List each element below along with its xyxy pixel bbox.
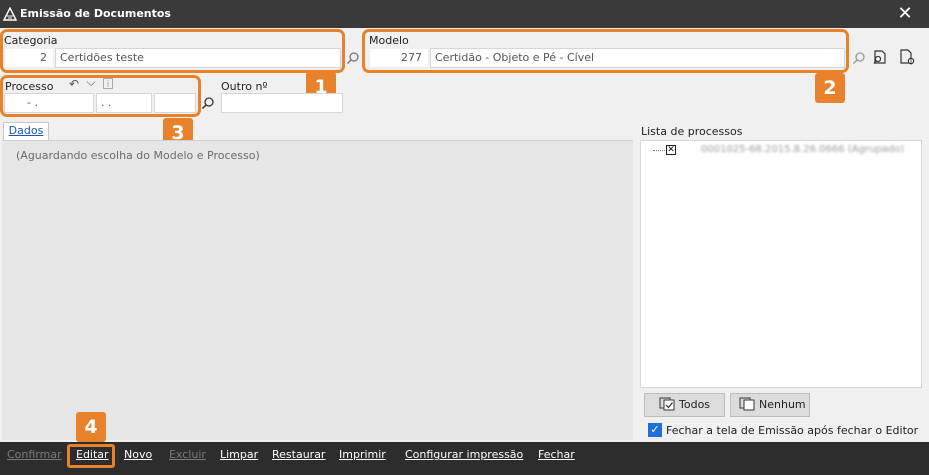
todos-button[interactable]: Todos: [644, 393, 725, 417]
novo-button[interactable]: Novo: [124, 448, 152, 461]
nenhum-button[interactable]: Nenhum: [730, 393, 810, 417]
bottom-action-bar: Confirmar Editar Novo Excluir Limpar Res…: [0, 442, 929, 475]
highlight-processo: [0, 75, 201, 117]
search-icon[interactable]: [201, 96, 215, 110]
imprimir-button[interactable]: Imprimir: [339, 448, 386, 461]
tab-dados[interactable]: Dados: [3, 122, 49, 140]
lista-processos-panel[interactable]: ✕ 0001025-68.2015.8.26.0666 (Agrupado): [640, 140, 922, 388]
todos-button-label: Todos: [679, 398, 711, 411]
window-title: Emissão de Documentos: [20, 7, 171, 20]
excluir-button[interactable]: Excluir: [169, 448, 206, 461]
doc-settings-icon[interactable]: [898, 48, 916, 66]
fechar-apos-editor-label: Fechar a tela de Emissão após fechar o E…: [666, 424, 919, 437]
search-icon[interactable]: [852, 51, 866, 65]
lista-processos-label: Lista de processos: [641, 125, 743, 138]
restaurar-button[interactable]: Restaurar: [272, 448, 325, 461]
app-logo-icon: [3, 7, 17, 21]
check-all-icon: [659, 397, 675, 411]
dialog-body: Categoria 2 Certidões teste Modelo 277 C…: [0, 28, 929, 442]
fechar-apos-editor-checkbox[interactable]: ✓: [648, 423, 662, 437]
highlight-categoria: [0, 29, 345, 73]
title-bar: Emissão de Documentos ✕: [0, 0, 929, 28]
outro-label: Outro nº: [221, 80, 268, 93]
nenhum-button-label: Nenhum: [759, 398, 806, 411]
process-list-item[interactable]: 0001025-68.2015.8.26.0666 (Agrupado): [701, 144, 904, 155]
confirmar-button[interactable]: Confirmar: [7, 448, 62, 461]
callout-badge-4: 4: [76, 412, 106, 442]
checkbox-x-icon[interactable]: ✕: [666, 145, 676, 155]
limpar-button[interactable]: Limpar: [220, 448, 258, 461]
configurar-impressao-button[interactable]: Configurar impressão: [405, 448, 523, 461]
fechar-button[interactable]: Fechar: [538, 448, 575, 461]
highlight-editar: [67, 444, 115, 468]
dados-panel: (Aguardando escolha do Modelo e Processo…: [2, 140, 633, 440]
highlight-modelo: [362, 29, 849, 73]
uncheck-all-icon: [739, 397, 755, 411]
placeholder-text: (Aguardando escolha do Modelo e Processo…: [16, 149, 260, 162]
tree-connector: [653, 150, 667, 151]
search-doc-icon[interactable]: [871, 48, 889, 66]
search-icon[interactable]: [346, 51, 360, 65]
close-icon[interactable]: ✕: [893, 4, 917, 24]
callout-badge-2: 2: [815, 73, 845, 103]
outro-numero-field[interactable]: [221, 93, 343, 113]
